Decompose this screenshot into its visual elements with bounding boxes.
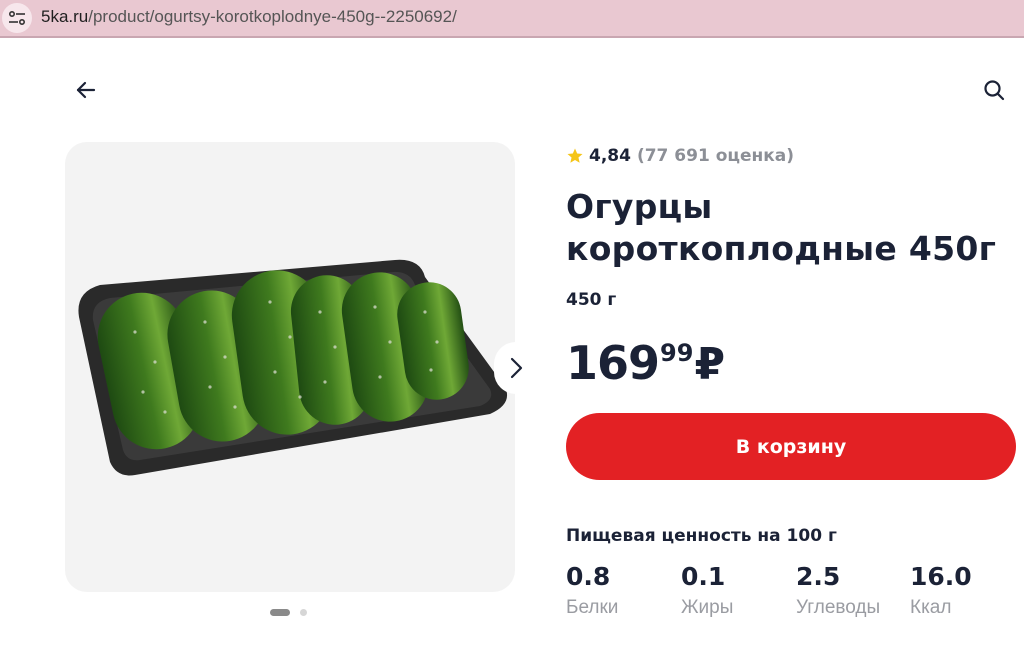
add-to-cart-button[interactable]: В корзину [566,413,1016,480]
site-settings-button[interactable] [2,3,32,33]
price-kopecks: 99 [660,339,694,367]
cucumbers [97,270,469,450]
nutrition-item-fat: 0.1 Жиры [681,562,733,619]
nutrition-title: Пищевая ценность на 100 г [566,526,837,546]
url-path: /product/ogurtsy-korotkoplodnye-450g--22… [88,7,457,26]
gallery-dot-1[interactable] [270,608,290,616]
nutrition-label: Углеводы [796,597,881,618]
nutrition-item-kcal: 16.0 Ккал [910,562,972,619]
nutrition-value: 2.5 [796,562,841,591]
star-icon [567,148,583,163]
address-bar-divider [0,36,1024,38]
product-image [78,259,508,476]
search-icon [984,80,1005,101]
nutrition-label: Ккал [910,597,952,618]
arrow-left-icon [76,81,96,99]
gallery-pagination [270,608,307,616]
rating-value: 4,84 [589,146,631,166]
nutrition-item-carbs: 2.5 Углеводы [796,562,880,619]
nutrition-item-protein: 0.8 Белки [566,562,618,619]
product-weight: 450 г [566,290,617,310]
product-gallery[interactable] [65,142,515,592]
product-price: 16999₽ [566,336,725,390]
nutrition-value: 0.1 [681,562,726,591]
nutrition-label: Белки [566,597,619,618]
nutrition-value: 16.0 [910,562,972,591]
product-title: Огурцы короткоплодные 450г [566,187,997,268]
url-domain: 5ka.ru [41,7,89,26]
browser-address-bar[interactable]: 5ka.ru/product/ogurtsy-korotkoplodnye-45… [0,0,1024,36]
search-button[interactable] [980,76,1008,104]
chevron-right-icon [510,357,523,379]
gallery-next-button[interactable] [494,342,538,394]
currency-symbol: ₽ [694,339,726,390]
price-rubles: 169 [566,336,660,390]
tune-icon [8,10,26,26]
back-button[interactable] [72,76,100,104]
url-text[interactable]: 5ka.ru/product/ogurtsy-korotkoplodnye-45… [41,7,457,27]
product-rating[interactable]: 4,84 (77 691 оценка) [566,146,794,166]
rating-count: (77 691 оценка) [636,146,795,166]
gallery-dot-2[interactable] [300,608,307,616]
nutrition-value: 0.8 [566,562,611,591]
nutrition-label: Жиры [681,597,734,618]
